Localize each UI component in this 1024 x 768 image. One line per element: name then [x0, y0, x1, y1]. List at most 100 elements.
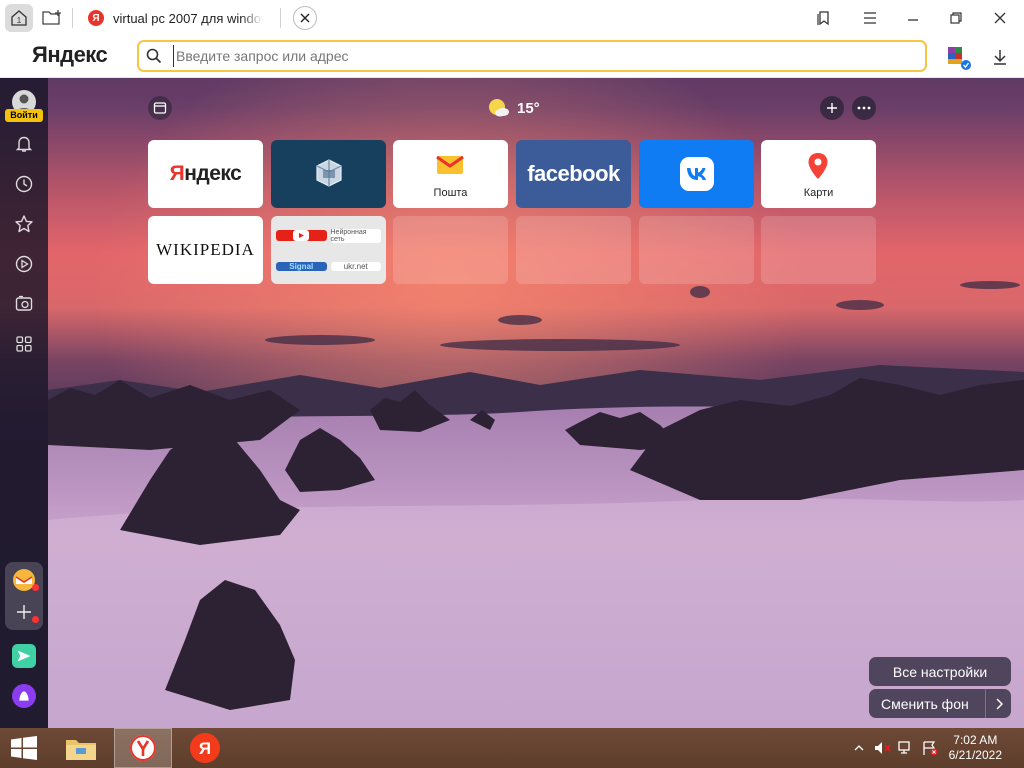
- home-icon: 1: [11, 10, 27, 26]
- bookmark-panel-icon: [817, 11, 829, 26]
- clock-time: 7:02 AM: [953, 733, 998, 747]
- chevron-right-icon: [995, 697, 1003, 710]
- screenshot-button[interactable]: [12, 292, 36, 316]
- yandex-logo[interactable]: Яндекс: [32, 42, 108, 68]
- browser-menu-button[interactable]: [856, 4, 884, 32]
- restore-icon: [950, 12, 962, 24]
- yandex-taskbar-button[interactable]: Я: [176, 728, 234, 768]
- more-icon: [857, 106, 871, 110]
- tile-wikipedia[interactable]: Wikipedia: [148, 216, 263, 284]
- history-icon: [15, 175, 33, 193]
- action-center-tray-button[interactable]: [921, 740, 939, 756]
- empty-tile[interactable]: [393, 216, 508, 284]
- window-icon: [153, 102, 167, 114]
- close-tab-button[interactable]: [293, 6, 317, 30]
- notification-dot: [32, 584, 39, 591]
- close-icon: [300, 13, 310, 23]
- new-tab-group-button[interactable]: [38, 4, 66, 32]
- more-options-button[interactable]: [852, 96, 876, 120]
- download-icon: [994, 50, 1006, 65]
- tile-folder[interactable]: Нейронная сеть Signal ukr.net: [271, 216, 386, 284]
- minimize-button[interactable]: [899, 4, 927, 32]
- home-tab-button[interactable]: 1: [5, 4, 33, 32]
- yandex-icon: Я: [190, 733, 220, 763]
- minimize-icon: [908, 19, 918, 21]
- change-background-more-button[interactable]: [985, 689, 1011, 718]
- empty-tile[interactable]: [516, 216, 631, 284]
- tab-title: virtual pc 2007 для windows: [113, 10, 263, 26]
- folder-item-signal: Signal: [276, 262, 327, 272]
- volume-muted-icon: [875, 742, 891, 754]
- archiver-extension-button[interactable]: [946, 45, 972, 71]
- yandex-browser-taskbar-button[interactable]: [114, 728, 172, 768]
- alice-assistant-button[interactable]: [12, 684, 36, 708]
- weather-widget[interactable]: 15°: [487, 96, 540, 120]
- network-icon: [898, 741, 910, 754]
- tile-label: facebook: [527, 161, 620, 186]
- tile-virtualbox[interactable]: [271, 140, 386, 208]
- folder-item-youtube: [276, 230, 327, 242]
- empty-tile[interactable]: [761, 216, 876, 284]
- media-button[interactable]: [12, 252, 36, 276]
- map-pin-icon: [808, 153, 828, 179]
- taskbar-clock[interactable]: 7:02 AM 6/21/2022: [949, 733, 1002, 763]
- show-hidden-icons-button[interactable]: [850, 740, 868, 756]
- weather-sun-cloud-icon: [489, 99, 509, 117]
- file-explorer-taskbar-button[interactable]: [52, 728, 110, 768]
- apps-icon: [16, 336, 32, 352]
- vk-icon: [679, 157, 714, 191]
- search-input[interactable]: [173, 45, 913, 67]
- folder-icon: [66, 740, 96, 760]
- star-icon: [15, 215, 33, 233]
- bookmark-panel-button[interactable]: [810, 4, 838, 32]
- notification-dot: [32, 616, 39, 623]
- close-window-icon: [994, 12, 1006, 24]
- change-background-label: Сменить фон: [881, 695, 969, 712]
- tile-facebook[interactable]: facebook: [516, 140, 631, 208]
- search-icon: [146, 48, 162, 64]
- screenshot-icon: [15, 295, 33, 311]
- change-background-button[interactable]: Сменить фон: [869, 689, 1011, 718]
- tab-separator: [280, 8, 281, 28]
- restore-button[interactable]: [942, 4, 970, 32]
- tile-mail[interactable]: Пошта: [393, 140, 508, 208]
- send-icon: [12, 644, 36, 668]
- network-tray-button[interactable]: [897, 740, 915, 756]
- yandex-browser-icon: [130, 735, 156, 761]
- notifications-button[interactable]: [12, 132, 36, 156]
- close-window-button[interactable]: [986, 4, 1014, 32]
- archive-extension-icon: [948, 47, 971, 70]
- weather-temperature: 15°: [517, 99, 540, 117]
- tile-yandex[interactable]: Яндекс: [148, 140, 263, 208]
- tile-maps[interactable]: Карти: [761, 140, 876, 208]
- add-icon: [17, 605, 31, 619]
- tile-vk[interactable]: [639, 140, 754, 208]
- bell-icon: [15, 136, 33, 152]
- all-settings-button[interactable]: Все настройки: [869, 657, 1011, 686]
- volume-tray-button[interactable]: [873, 740, 891, 756]
- svg-text:Я: Я: [199, 739, 211, 758]
- svg-text:1: 1: [17, 16, 22, 25]
- messenger-button[interactable]: [12, 644, 36, 668]
- plus-icon: [827, 103, 837, 113]
- empty-tile[interactable]: [639, 216, 754, 284]
- windows-taskbar: Я 7:02 AM 6/21/2022: [0, 728, 1024, 768]
- services-button[interactable]: [12, 332, 36, 356]
- search-box[interactable]: [137, 40, 927, 72]
- bookmarks-button[interactable]: [12, 212, 36, 236]
- windows-start-icon[interactable]: [10, 736, 38, 760]
- menu-icon: [864, 12, 876, 24]
- add-tile-button[interactable]: [820, 96, 844, 120]
- youtube-icon: [293, 230, 310, 242]
- address-bar-row: Яндекс: [0, 36, 1024, 78]
- tab-bar: 1 Я virtual pc 2007 для windows: [0, 0, 1024, 36]
- flag-alert-icon: [923, 741, 938, 756]
- downloads-button[interactable]: [988, 44, 1012, 70]
- history-button[interactable]: [12, 172, 36, 196]
- tile-label: Wikipedia: [156, 240, 255, 259]
- login-button[interactable]: Войти: [5, 109, 43, 122]
- virtualbox-icon: [315, 159, 342, 187]
- active-tab[interactable]: Я virtual pc 2007 для windows: [84, 3, 274, 33]
- yandex-mail-icon: [436, 155, 464, 174]
- tabs-view-button[interactable]: [148, 96, 172, 120]
